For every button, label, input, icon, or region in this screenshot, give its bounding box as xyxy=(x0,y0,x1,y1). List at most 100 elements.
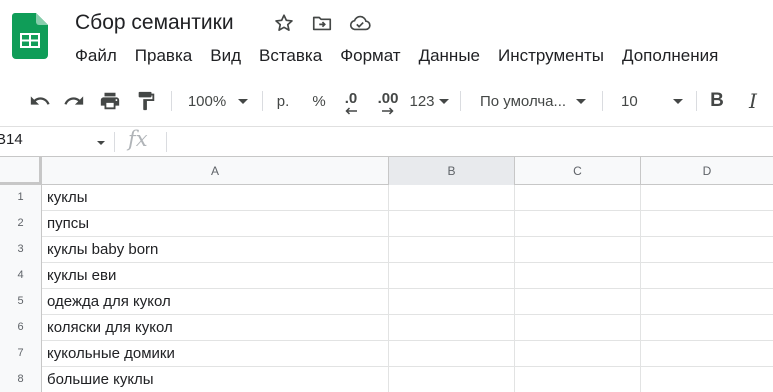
print-button[interactable] xyxy=(97,80,123,122)
arrow-right-icon xyxy=(382,107,394,115)
menu-edit[interactable]: Правка xyxy=(126,43,201,69)
print-icon xyxy=(100,92,120,110)
row-header[interactable]: 3 xyxy=(0,237,42,263)
toolbar: 100% р. % .0 .00 123 По умолча... 10 B I xyxy=(0,80,773,122)
menu-tools[interactable]: Инструменты xyxy=(489,43,613,69)
cloud-saved-icon[interactable] xyxy=(348,11,372,35)
title-actions xyxy=(272,11,372,35)
chevron-down-icon xyxy=(576,98,586,104)
cell[interactable] xyxy=(641,289,773,315)
move-to-folder-icon[interactable] xyxy=(310,11,334,35)
cell[interactable] xyxy=(641,237,773,263)
cell[interactable] xyxy=(641,315,773,341)
cell[interactable]: куклы baby born xyxy=(43,237,389,263)
bold-button[interactable]: B xyxy=(704,80,730,122)
row-header[interactable]: 7 xyxy=(0,341,42,367)
menu-view[interactable]: Вид xyxy=(201,43,250,69)
formula-divider xyxy=(114,132,115,152)
cell[interactable] xyxy=(389,315,515,341)
cell[interactable] xyxy=(515,263,641,289)
table-row: 3 куклы baby born xyxy=(0,237,773,263)
column-header-d[interactable]: D xyxy=(641,157,773,185)
font-family-select[interactable]: По умолча... xyxy=(470,80,594,122)
format-currency-button[interactable]: р. xyxy=(271,80,295,122)
cell[interactable]: коляски для кукол xyxy=(43,315,389,341)
chevron-down-icon xyxy=(238,98,249,104)
star-icon[interactable] xyxy=(272,11,296,35)
chevron-down-icon[interactable] xyxy=(97,141,105,145)
menu-format[interactable]: Формат xyxy=(331,43,409,69)
toolbar-divider xyxy=(602,91,603,111)
font-size-select[interactable]: 10 xyxy=(612,80,688,122)
table-row: 8 большие куклы xyxy=(0,367,773,392)
chevron-down-icon xyxy=(673,98,683,104)
name-box[interactable]: B14 xyxy=(0,131,23,148)
decrease-decimals-button[interactable]: .0 xyxy=(338,80,364,122)
cell[interactable] xyxy=(641,211,773,237)
menu-insert[interactable]: Вставка xyxy=(250,43,331,69)
cell[interactable] xyxy=(641,263,773,289)
more-formats-button[interactable]: 123 xyxy=(408,80,450,122)
cell[interactable]: кукольные домики xyxy=(43,341,389,367)
arrow-left-icon xyxy=(345,107,357,115)
cell[interactable] xyxy=(641,185,773,211)
row-header[interactable]: 1 xyxy=(0,185,42,211)
formula-divider xyxy=(166,132,167,152)
select-all-corner[interactable] xyxy=(0,157,42,185)
toolbar-divider xyxy=(171,91,172,111)
row-header[interactable]: 4 xyxy=(0,263,42,289)
table-row: 7 кукольные домики xyxy=(0,341,773,367)
cell[interactable] xyxy=(389,289,515,315)
menu-file[interactable]: Файл xyxy=(66,43,126,69)
cell[interactable]: пупсы xyxy=(43,211,389,237)
increase-decimals-button[interactable]: .00 xyxy=(373,80,403,122)
cell[interactable] xyxy=(515,315,641,341)
format-percent-button[interactable]: % xyxy=(307,80,331,122)
column-header-a[interactable]: A xyxy=(42,157,389,185)
spreadsheet-grid: A B C D 1 куклы 2 пупсы 3 куклы baby bor… xyxy=(0,156,773,392)
sheets-logo[interactable] xyxy=(12,13,48,59)
cell[interactable] xyxy=(515,211,641,237)
chevron-down-icon xyxy=(438,98,449,104)
cell[interactable] xyxy=(641,341,773,367)
italic-button[interactable]: I xyxy=(740,80,766,122)
document-title[interactable]: Сбор семантики xyxy=(75,9,234,37)
cell[interactable] xyxy=(515,367,641,392)
cell[interactable] xyxy=(515,341,641,367)
paint-format-button[interactable] xyxy=(133,80,159,122)
cell[interactable] xyxy=(389,341,515,367)
cell[interactable] xyxy=(389,367,515,392)
toolbar-divider xyxy=(460,91,461,111)
menu-addons[interactable]: Дополнения xyxy=(613,43,727,69)
toolbar-divider xyxy=(262,91,263,111)
cell[interactable] xyxy=(389,211,515,237)
redo-icon xyxy=(64,96,84,105)
column-header-c[interactable]: C xyxy=(515,157,641,185)
zoom-select[interactable]: 100% xyxy=(180,80,256,122)
table-row: 2 пупсы xyxy=(0,211,773,237)
redo-button[interactable] xyxy=(61,80,87,122)
cell[interactable] xyxy=(515,185,641,211)
cell[interactable]: большие куклы xyxy=(43,367,389,392)
table-row: 5 одежда для кукол xyxy=(0,289,773,315)
row-header[interactable]: 5 xyxy=(0,289,42,315)
cell[interactable]: одежда для кукол xyxy=(43,289,389,315)
table-row: 6 коляски для кукол xyxy=(0,315,773,341)
cell[interactable] xyxy=(515,289,641,315)
row-header[interactable]: 6 xyxy=(0,315,42,341)
cell[interactable]: куклы еви xyxy=(43,263,389,289)
cell[interactable] xyxy=(389,263,515,289)
cell[interactable] xyxy=(389,185,515,211)
table-row: 4 куклы еви xyxy=(0,263,773,289)
menu-bar: Файл Правка Вид Вставка Формат Данные Ин… xyxy=(66,43,727,69)
row-header[interactable]: 2 xyxy=(0,211,42,237)
cell[interactable] xyxy=(641,367,773,392)
undo-button[interactable] xyxy=(27,80,53,122)
menu-data[interactable]: Данные xyxy=(410,43,489,69)
cell[interactable] xyxy=(515,237,641,263)
cell[interactable] xyxy=(389,237,515,263)
row-header[interactable]: 8 xyxy=(0,367,42,392)
column-header-b[interactable]: B xyxy=(389,157,515,185)
toolbar-divider xyxy=(696,91,697,111)
cell[interactable]: куклы xyxy=(43,185,389,211)
